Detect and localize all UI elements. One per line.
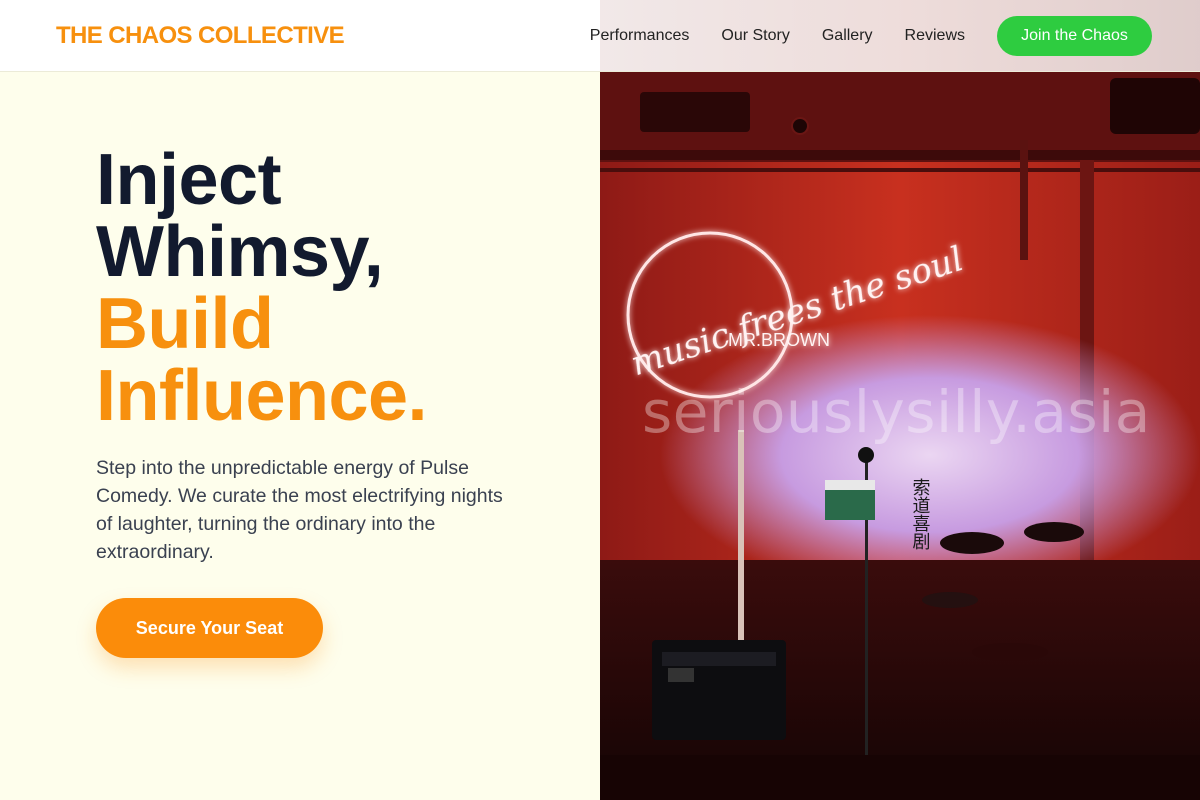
site-header: THE CHAOS COLLECTIVE Performances Our St… — [0, 0, 1200, 72]
page: THE CHAOS COLLECTIVE Performances Our St… — [0, 0, 1200, 800]
main-nav: Performances Our Story Gallery Reviews J… — [590, 15, 1152, 56]
nav-link-reviews[interactable]: Reviews — [905, 27, 965, 45]
nav-link-gallery[interactable]: Gallery — [822, 27, 873, 45]
neon-sign-subtext: MR.BROWN — [728, 330, 830, 350]
headline-line-influence: Influence. — [96, 356, 428, 436]
headline-line-inject: Inject — [96, 140, 282, 220]
hero-content: Inject Whimsy, Build Influence. Step int… — [0, 72, 600, 800]
join-the-chaos-button[interactable]: Join the Chaos — [997, 15, 1152, 56]
hero-image: music frees the soul MR.BROWN 索道喜剧 serio… — [600, 0, 1200, 800]
headline-line-build: Build — [96, 284, 274, 364]
image-watermark: seriouslysilly.asia — [642, 378, 1151, 446]
hero-headline: Inject Whimsy, Build Influence. — [96, 140, 428, 436]
site-logo[interactable]: THE CHAOS COLLECTIVE — [56, 22, 345, 50]
secure-your-seat-button[interactable]: Secure Your Seat — [96, 598, 323, 658]
stage-signage: 索道喜剧 — [910, 478, 931, 550]
hero-description: Step into the unpredictable energy of Pu… — [96, 457, 503, 563]
headline-line-whimsy: Whimsy, — [96, 212, 384, 292]
nav-link-our-story[interactable]: Our Story — [721, 27, 789, 45]
nav-link-performances[interactable]: Performances — [590, 27, 690, 45]
